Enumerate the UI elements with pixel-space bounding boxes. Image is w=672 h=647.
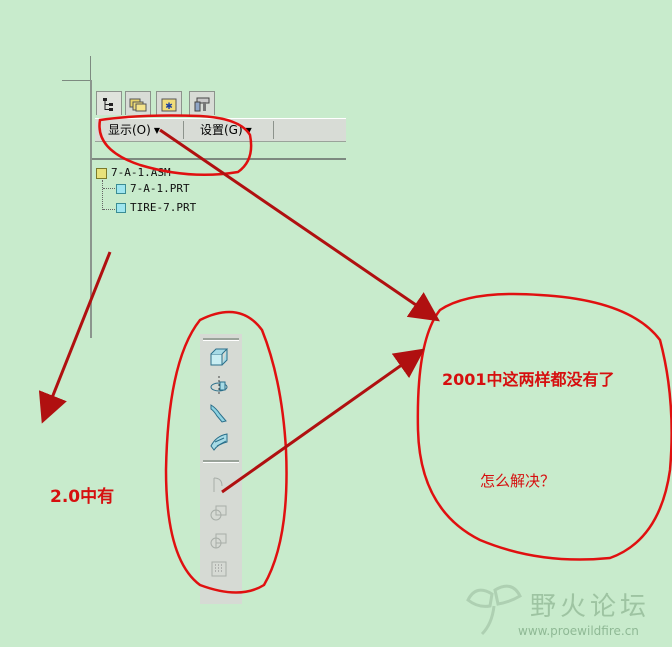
- arrow-down-left: [38, 251, 112, 424]
- watermark-url: www.proewildfire.cn: [518, 624, 639, 638]
- annotation-question: 怎么解决？: [480, 472, 556, 490]
- arrow-toolbar-to-note: [221, 348, 425, 494]
- annotation-big-circle: [416, 292, 672, 561]
- annotation-toolbar-circle: [164, 310, 288, 594]
- annotation-menu-circle: [98, 114, 253, 176]
- annotation-layer: [38, 114, 672, 594]
- annotation-right-note: 2001中这两样都没有了: [442, 370, 615, 389]
- annotation-left-note: 2.0中有: [50, 487, 115, 507]
- watermark-title: 野火论坛: [530, 592, 651, 622]
- arrow-menu-to-note: [159, 128, 440, 322]
